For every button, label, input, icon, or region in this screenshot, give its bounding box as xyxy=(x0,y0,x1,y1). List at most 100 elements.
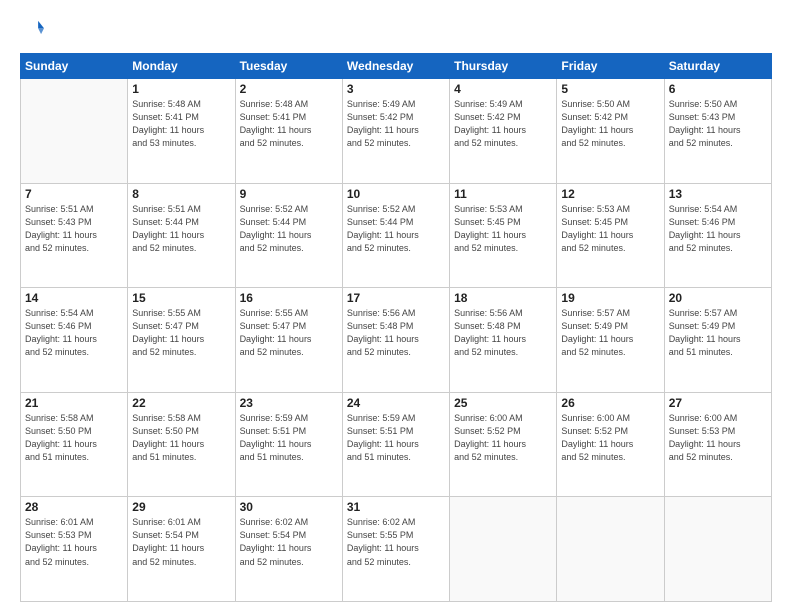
day-cell: 10Sunrise: 5:52 AM Sunset: 5:44 PM Dayli… xyxy=(342,183,449,288)
day-info: Sunrise: 5:56 AM Sunset: 5:48 PM Dayligh… xyxy=(347,307,445,359)
day-number: 21 xyxy=(25,396,123,410)
day-info: Sunrise: 5:52 AM Sunset: 5:44 PM Dayligh… xyxy=(347,203,445,255)
day-cell: 25Sunrise: 6:00 AM Sunset: 5:52 PM Dayli… xyxy=(450,392,557,497)
day-number: 18 xyxy=(454,291,552,305)
day-info: Sunrise: 5:48 AM Sunset: 5:41 PM Dayligh… xyxy=(240,98,338,150)
day-number: 1 xyxy=(132,82,230,96)
day-number: 22 xyxy=(132,396,230,410)
day-info: Sunrise: 5:52 AM Sunset: 5:44 PM Dayligh… xyxy=(240,203,338,255)
day-cell: 2 Sunrise: 5:48 AM Sunset: 5:41 PM Daylig… xyxy=(235,79,342,184)
day-info: Sunrise: 5:51 AM Sunset: 5:43 PM Dayligh… xyxy=(25,203,123,255)
calendar-table: SundayMondayTuesdayWednesdayThursdayFrid… xyxy=(20,53,772,602)
day-cell xyxy=(557,497,664,602)
day-info: Sunrise: 5:53 AM Sunset: 5:45 PM Dayligh… xyxy=(561,203,659,255)
day-number: 17 xyxy=(347,291,445,305)
day-cell: 7 Sunrise: 5:51 AM Sunset: 5:43 PM Daylig… xyxy=(21,183,128,288)
day-number: 6 xyxy=(669,82,767,96)
day-cell: 21Sunrise: 5:58 AM Sunset: 5:50 PM Dayli… xyxy=(21,392,128,497)
day-info: Sunrise: 6:00 AM Sunset: 5:53 PM Dayligh… xyxy=(669,412,767,464)
week-row-4: 21 Sunrise: 5:58 AM Sunset: 5:50 PM Dayli… xyxy=(21,392,772,497)
day-number: 16 xyxy=(240,291,338,305)
header-cell-friday: Friday xyxy=(557,54,664,79)
day-number: 27 xyxy=(669,396,767,410)
day-cell: 31 Sunrise: 6:02 AM Sunset: 5:55 PM Dayli… xyxy=(342,497,449,602)
day-info: Sunrise: 5:58 AM Sunset: 5:50 PM Dayligh… xyxy=(132,412,230,464)
header-cell-saturday: Saturday xyxy=(664,54,771,79)
day-cell xyxy=(450,497,557,602)
day-info: Sunrise: 5:55 AM Sunset: 5:47 PM Dayligh… xyxy=(132,307,230,359)
logo-icon xyxy=(22,18,44,40)
day-cell: 28Sunrise: 6:01 AM Sunset: 5:53 PM Dayli… xyxy=(21,497,128,602)
day-number: 11 xyxy=(454,187,552,201)
day-cell: 9 Sunrise: 5:52 AM Sunset: 5:44 PM Daylig… xyxy=(235,183,342,288)
day-cell: 15 Sunrise: 5:55 AM Sunset: 5:47 PM Dayli… xyxy=(128,288,235,393)
day-info: Sunrise: 6:02 AM Sunset: 5:55 PM Dayligh… xyxy=(347,516,445,568)
day-number: 7 xyxy=(25,187,123,201)
day-info: Sunrise: 5:48 AM Sunset: 5:41 PM Dayligh… xyxy=(132,98,230,150)
day-cell: 26Sunrise: 6:00 AM Sunset: 5:52 PM Dayli… xyxy=(557,392,664,497)
day-number: 4 xyxy=(454,82,552,96)
day-number: 14 xyxy=(25,291,123,305)
day-info: Sunrise: 5:57 AM Sunset: 5:49 PM Dayligh… xyxy=(669,307,767,359)
day-cell: 12 Sunrise: 5:53 AM Sunset: 5:45 PM Dayli… xyxy=(557,183,664,288)
day-info: Sunrise: 5:57 AM Sunset: 5:49 PM Dayligh… xyxy=(561,307,659,359)
day-info: Sunrise: 5:53 AM Sunset: 5:45 PM Dayligh… xyxy=(454,203,552,255)
day-info: Sunrise: 5:49 AM Sunset: 5:42 PM Dayligh… xyxy=(454,98,552,150)
week-row-5: 28Sunrise: 6:01 AM Sunset: 5:53 PM Dayli… xyxy=(21,497,772,602)
day-cell: 24Sunrise: 5:59 AM Sunset: 5:51 PM Dayli… xyxy=(342,392,449,497)
calendar-body: 1 Sunrise: 5:48 AM Sunset: 5:41 PM Daylig… xyxy=(21,79,772,602)
day-number: 25 xyxy=(454,396,552,410)
day-number: 15 xyxy=(132,291,230,305)
day-cell xyxy=(664,497,771,602)
day-cell: 11 Sunrise: 5:53 AM Sunset: 5:45 PM Dayli… xyxy=(450,183,557,288)
header-cell-tuesday: Tuesday xyxy=(235,54,342,79)
logo xyxy=(20,18,44,45)
day-cell xyxy=(21,79,128,184)
header-cell-sunday: Sunday xyxy=(21,54,128,79)
day-cell: 3 Sunrise: 5:49 AM Sunset: 5:42 PM Daylig… xyxy=(342,79,449,184)
week-row-2: 7 Sunrise: 5:51 AM Sunset: 5:43 PM Daylig… xyxy=(21,183,772,288)
day-cell: 22 Sunrise: 5:58 AM Sunset: 5:50 PM Dayli… xyxy=(128,392,235,497)
day-cell: 27 Sunrise: 6:00 AM Sunset: 5:53 PM Dayli… xyxy=(664,392,771,497)
day-info: Sunrise: 6:01 AM Sunset: 5:53 PM Dayligh… xyxy=(25,516,123,568)
header-cell-thursday: Thursday xyxy=(450,54,557,79)
day-info: Sunrise: 5:54 AM Sunset: 5:46 PM Dayligh… xyxy=(669,203,767,255)
day-cell: 17 Sunrise: 5:56 AM Sunset: 5:48 PM Dayli… xyxy=(342,288,449,393)
day-number: 31 xyxy=(347,500,445,514)
day-number: 30 xyxy=(240,500,338,514)
day-number: 13 xyxy=(669,187,767,201)
day-info: Sunrise: 5:56 AM Sunset: 5:48 PM Dayligh… xyxy=(454,307,552,359)
day-number: 5 xyxy=(561,82,659,96)
day-cell: 4 Sunrise: 5:49 AM Sunset: 5:42 PM Daylig… xyxy=(450,79,557,184)
day-number: 20 xyxy=(669,291,767,305)
day-number: 2 xyxy=(240,82,338,96)
day-info: Sunrise: 5:51 AM Sunset: 5:44 PM Dayligh… xyxy=(132,203,230,255)
calendar-header: SundayMondayTuesdayWednesdayThursdayFrid… xyxy=(21,54,772,79)
header-cell-monday: Monday xyxy=(128,54,235,79)
day-info: Sunrise: 5:49 AM Sunset: 5:42 PM Dayligh… xyxy=(347,98,445,150)
day-info: Sunrise: 5:59 AM Sunset: 5:51 PM Dayligh… xyxy=(347,412,445,464)
day-info: Sunrise: 6:00 AM Sunset: 5:52 PM Dayligh… xyxy=(561,412,659,464)
week-row-3: 14 Sunrise: 5:54 AM Sunset: 5:46 PM Dayli… xyxy=(21,288,772,393)
day-number: 29 xyxy=(132,500,230,514)
day-cell: 1 Sunrise: 5:48 AM Sunset: 5:41 PM Daylig… xyxy=(128,79,235,184)
day-info: Sunrise: 5:55 AM Sunset: 5:47 PM Dayligh… xyxy=(240,307,338,359)
day-cell: 30 Sunrise: 6:02 AM Sunset: 5:54 PM Dayli… xyxy=(235,497,342,602)
day-cell: 13 Sunrise: 5:54 AM Sunset: 5:46 PM Dayli… xyxy=(664,183,771,288)
page: SundayMondayTuesdayWednesdayThursdayFrid… xyxy=(0,0,792,612)
day-number: 12 xyxy=(561,187,659,201)
day-number: 19 xyxy=(561,291,659,305)
day-cell: 19 Sunrise: 5:57 AM Sunset: 5:49 PM Dayli… xyxy=(557,288,664,393)
day-cell: 18 Sunrise: 5:56 AM Sunset: 5:48 PM Dayli… xyxy=(450,288,557,393)
day-cell: 29 Sunrise: 6:01 AM Sunset: 5:54 PM Dayli… xyxy=(128,497,235,602)
day-info: Sunrise: 5:50 AM Sunset: 5:42 PM Dayligh… xyxy=(561,98,659,150)
day-number: 3 xyxy=(347,82,445,96)
day-info: Sunrise: 5:54 AM Sunset: 5:46 PM Dayligh… xyxy=(25,307,123,359)
day-cell: 23Sunrise: 5:59 AM Sunset: 5:51 PM Dayli… xyxy=(235,392,342,497)
day-number: 9 xyxy=(240,187,338,201)
day-info: Sunrise: 6:02 AM Sunset: 5:54 PM Dayligh… xyxy=(240,516,338,568)
week-row-1: 1 Sunrise: 5:48 AM Sunset: 5:41 PM Daylig… xyxy=(21,79,772,184)
day-info: Sunrise: 6:01 AM Sunset: 5:54 PM Dayligh… xyxy=(132,516,230,568)
day-number: 23 xyxy=(240,396,338,410)
header-row: SundayMondayTuesdayWednesdayThursdayFrid… xyxy=(21,54,772,79)
